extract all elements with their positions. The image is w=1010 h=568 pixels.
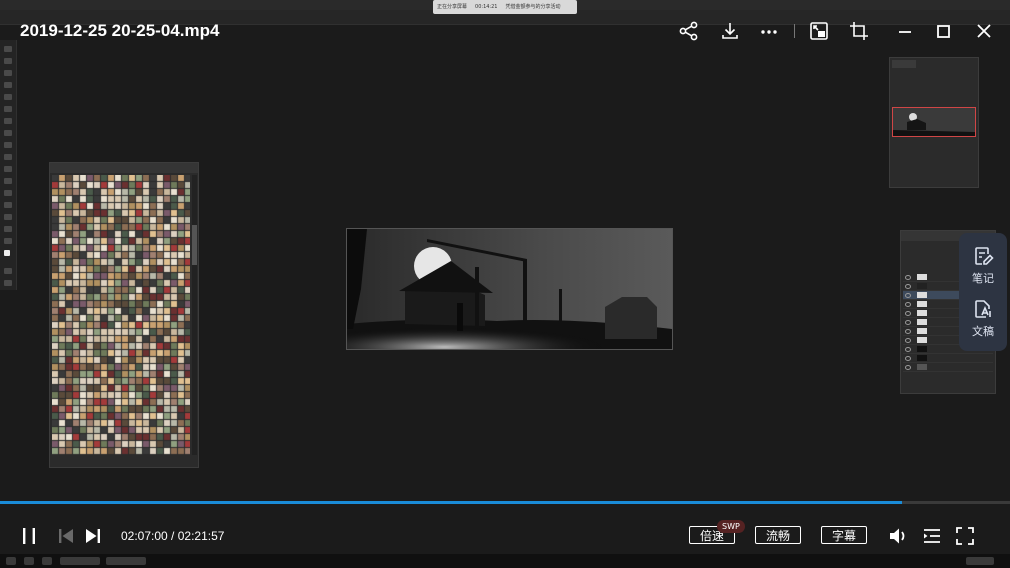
fullscreen-icon xyxy=(956,527,974,545)
recorded-taskbar-item xyxy=(60,557,100,565)
video-title: 2019-12-25 20-25-04.mp4 xyxy=(20,21,220,40)
recorded-taskbar xyxy=(0,554,1010,568)
recorded-tool xyxy=(4,238,12,244)
recorded-foreground-color xyxy=(4,250,10,256)
recorded-canvas-artwork xyxy=(346,228,673,350)
recorded-taskbar-icon xyxy=(42,557,52,565)
artwork-signpost xyxy=(559,289,562,329)
recorded-share-notice: 正在分享屏幕 00:14:21 凭借金额参与的分享活动 xyxy=(433,0,577,14)
share-button[interactable] xyxy=(678,20,700,42)
recorded-tool xyxy=(4,178,12,184)
navigator-thumbnail xyxy=(892,107,976,137)
layer-row xyxy=(903,363,993,372)
recorded-tool xyxy=(4,130,12,136)
maximize-button[interactable] xyxy=(932,20,954,42)
notes-icon xyxy=(975,247,994,265)
previous-icon xyxy=(59,529,73,543)
total-time: 02:21:57 xyxy=(177,529,225,543)
artwork-building-right xyxy=(605,297,657,339)
notice-time: 00:14:21 xyxy=(475,4,498,10)
subtitle-button[interactable]: 字幕 xyxy=(821,526,867,544)
transcript-button[interactable]: 文稿 xyxy=(959,298,1007,339)
current-time: 02:07:00 xyxy=(121,529,168,543)
transcript-label: 文稿 xyxy=(972,325,994,338)
volume-button[interactable] xyxy=(888,526,910,546)
minimize-button[interactable] xyxy=(894,20,916,42)
layer-row xyxy=(903,354,993,363)
maximize-icon xyxy=(937,25,950,38)
next-button[interactable] xyxy=(84,527,102,545)
picture-in-picture-button[interactable] xyxy=(808,20,830,42)
swatches-scroll-thumb xyxy=(192,225,197,265)
volume-icon xyxy=(890,528,905,544)
artwork-figure xyxy=(457,303,463,331)
recorded-tool xyxy=(4,82,12,88)
recorded-tool xyxy=(4,226,12,232)
recorded-tool xyxy=(4,202,12,208)
recorded-tool xyxy=(4,94,12,100)
minimize-icon xyxy=(899,31,911,33)
artwork-beam-post xyxy=(523,259,527,329)
swatches-grid-canvas xyxy=(52,175,190,455)
fullscreen-button[interactable] xyxy=(955,526,975,546)
previous-button[interactable] xyxy=(57,527,75,545)
notice-right-text: 凭借金额参与的分享活动 xyxy=(505,4,561,10)
transcript-icon xyxy=(975,300,991,318)
recorded-tool xyxy=(4,58,12,64)
more-icon xyxy=(761,30,777,34)
swatches-panel-header xyxy=(50,163,198,173)
playlist-icon xyxy=(924,529,940,543)
close-icon xyxy=(977,24,991,38)
recorded-tool xyxy=(4,142,12,148)
crop-icon xyxy=(850,22,868,40)
playback-time: 02:07:00 / 02:21:57 xyxy=(121,529,224,543)
swatches-grid xyxy=(52,175,190,455)
recorded-navigator-panel xyxy=(889,57,979,188)
recorded-taskbar-clock xyxy=(966,557,994,565)
recorded-tool xyxy=(4,268,12,274)
crop-button[interactable] xyxy=(848,20,870,42)
quality-button[interactable]: 流畅 xyxy=(755,526,801,544)
time-separator: / xyxy=(167,529,178,543)
notes-button[interactable]: 笔记 xyxy=(959,245,1007,286)
speed-badge: SWP xyxy=(717,520,745,533)
share-icon xyxy=(679,21,698,41)
pause-button[interactable] xyxy=(20,527,38,545)
recorded-tool xyxy=(4,190,12,196)
recorded-tool xyxy=(4,280,12,286)
navigator-thumbnail-art xyxy=(893,108,975,136)
playlist-button[interactable] xyxy=(921,526,943,546)
recorded-tool xyxy=(4,214,12,220)
recorded-swatches-panel xyxy=(49,162,199,468)
recorded-tool xyxy=(4,154,12,160)
recorded-toolbar xyxy=(0,40,17,290)
download-icon xyxy=(722,23,738,39)
swatches-scrollbar xyxy=(192,175,197,455)
next-icon xyxy=(86,529,100,543)
recorded-tool xyxy=(4,46,12,52)
recorded-tool xyxy=(4,118,12,124)
navigator-tab xyxy=(892,60,916,68)
progress-bar-fill xyxy=(0,501,902,504)
recorded-taskbar-icon xyxy=(24,557,34,565)
pause-icon xyxy=(23,528,35,544)
recorded-taskbar-item xyxy=(106,557,146,565)
pip-icon xyxy=(810,22,828,40)
notes-side-panel: 笔记 文稿 xyxy=(959,233,1007,351)
recorded-tool xyxy=(4,166,12,172)
top-bar-divider xyxy=(794,24,795,38)
recorded-taskbar-icon xyxy=(6,557,16,565)
close-button[interactable] xyxy=(973,20,995,42)
notice-left-text: 正在分享屏幕 xyxy=(437,4,468,10)
artwork-scene xyxy=(347,229,672,349)
more-button[interactable] xyxy=(758,20,780,42)
notes-label: 笔记 xyxy=(972,272,994,285)
recorded-tool xyxy=(4,70,12,76)
recorded-tool xyxy=(4,106,12,112)
download-button[interactable] xyxy=(719,20,741,42)
artwork-post xyxy=(475,267,479,327)
progress-bar[interactable] xyxy=(0,501,1010,504)
